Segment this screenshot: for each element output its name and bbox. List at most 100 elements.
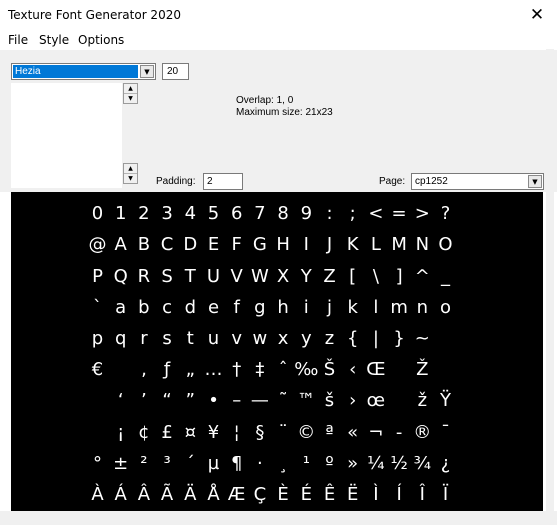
glyph-cell: Ä	[184, 484, 197, 505]
glyph-cell: l	[373, 296, 379, 318]
glyph-cell: 1	[114, 203, 127, 225]
glyph-cell: F	[231, 234, 242, 256]
glyph-cell: Y	[300, 265, 312, 287]
glyph-cell: t	[186, 328, 194, 349]
glyph-cell: ‚	[141, 359, 147, 381]
glyph-cell: »	[347, 452, 359, 474]
glyph-cell: `	[93, 296, 102, 318]
glyph-cell: „	[185, 359, 195, 381]
glyph-cell: W	[250, 265, 269, 287]
glyph-cell: ¹	[302, 452, 310, 474]
menu-file[interactable]: File	[8, 33, 28, 47]
glyph-cell: ‹	[349, 359, 357, 381]
chevron-down-icon[interactable]: ▼	[140, 65, 154, 78]
glyph-cell: ·	[257, 452, 263, 474]
glyph-row: ¡ ¢ £ ¤ ¥ ¦ § ¨ © ª « ¬ - ® ¯	[86, 417, 476, 448]
glyph-row: !"#$%&'()*+,-./	[86, 192, 476, 198]
glyph-cell	[434, 323, 457, 354]
menu-style[interactable]: Style	[39, 33, 69, 47]
glyph-cell: ¶	[230, 452, 243, 474]
page-dropdown[interactable]: cp1252 ▼	[411, 173, 544, 190]
style-list[interactable]	[11, 83, 122, 188]
window-title: Texture Font Generator 2020	[8, 8, 181, 22]
glyph-cell: |	[372, 328, 379, 349]
glyph-cell: -	[388, 192, 411, 198]
close-icon[interactable]: ✕	[517, 0, 557, 30]
glyph-cell: \	[372, 265, 379, 287]
glyph-cell: &	[225, 192, 248, 198]
glyph-cell: ©	[297, 421, 316, 443]
glyph-cell: ¤	[184, 421, 197, 443]
spin-up-icon[interactable]: ▲	[124, 84, 137, 94]
chevron-down-icon[interactable]: ▼	[528, 175, 542, 188]
glyph-cell: R	[137, 265, 151, 287]
padding-field[interactable]: 2	[203, 173, 243, 190]
glyph-cell: x	[277, 328, 289, 349]
style-list-spinner-top[interactable]: ▲ ▼	[123, 83, 138, 104]
glyph-cell: H	[276, 234, 290, 256]
spin-up-icon[interactable]: ▲	[124, 164, 137, 174]
glyph-row: @ A B C D E F G H I J K L M N O	[86, 229, 476, 260]
glyph-cell: D	[183, 234, 198, 256]
glyph-cell: ¨	[278, 421, 288, 443]
glyph-cell: Ž	[416, 359, 429, 381]
glyph-cell: >	[414, 203, 430, 225]
page-label: Page:	[379, 176, 406, 187]
glyph-cell: €	[91, 359, 104, 381]
glyph-cell: Ã	[160, 484, 174, 505]
glyph-cell: ’	[141, 390, 147, 412]
glyph-cell: c	[162, 296, 173, 318]
glyph-cell: •	[208, 390, 219, 412]
style-list-spinner-bottom[interactable]: ▲ ▼	[123, 163, 138, 184]
spin-down-icon[interactable]: ▼	[124, 174, 137, 183]
menu-options[interactable]: Options	[78, 33, 124, 47]
glyph-cell: g	[254, 296, 266, 318]
glyph-cell: L	[370, 234, 381, 256]
glyph-cell: Q	[113, 265, 128, 287]
glyph-cell: ]	[395, 265, 403, 287]
glyph-preview: !"#$%&'()*+,-./0123456789:;<=>?@ABCDEFGH…	[11, 192, 543, 511]
glyph-cell	[86, 417, 109, 448]
glyph-cell: q	[114, 328, 127, 349]
glyph-cell: B	[137, 234, 151, 256]
glyph-cell	[109, 354, 132, 385]
glyph-cell	[86, 192, 109, 198]
glyph-cell: 0	[91, 203, 104, 225]
glyph-cell: )	[295, 192, 318, 198]
glyph-cell: G	[252, 234, 267, 256]
scrollbar-track[interactable]	[546, 49, 554, 512]
glyph-cell: 5	[207, 203, 220, 225]
glyph-cell: 9	[300, 203, 313, 225]
glyph-row: ÀÁÂÃÄÅÆÇÈÉÊËÌÍÎÏ	[86, 479, 476, 510]
glyph-cell: h	[277, 296, 289, 318]
glyph-cell: =	[391, 203, 407, 225]
glyph-cell: N	[415, 234, 430, 256]
glyph-cell: s	[162, 328, 172, 349]
glyph-cell: Ÿ	[440, 390, 451, 412]
glyph-cell: u	[207, 328, 220, 349]
glyph-cell: <	[368, 203, 384, 225]
font-info: Overlap: 1, 0 Maximum size: 21x23	[236, 95, 333, 119]
glyph-cell: J	[326, 234, 333, 256]
glyph-cell: §	[255, 421, 265, 443]
glyph-cell: +	[341, 192, 364, 198]
font-dropdown-value: Hezia	[13, 65, 138, 78]
glyph-cell: Š	[323, 359, 336, 381]
glyph-cell: E	[207, 234, 220, 256]
glyph-cell: É	[300, 484, 312, 505]
glyph-cell: ™	[297, 390, 316, 412]
glyph-cell: Ì	[373, 484, 379, 505]
glyph-cell: #	[156, 192, 179, 198]
spin-down-icon[interactable]: ▼	[124, 94, 137, 103]
glyph-cell: p	[91, 328, 104, 349]
font-size-field[interactable]: 20	[162, 63, 189, 80]
glyph-cell: °	[93, 452, 102, 474]
glyph-cell: Ê	[323, 484, 336, 505]
font-dropdown[interactable]: Hezia ▼	[11, 63, 156, 80]
glyph-cell: f	[233, 296, 240, 318]
menu-bar: File Style Options	[0, 30, 557, 50]
glyph-row: ‘ ’ “ ” • – — ˜ ™ š › œ ž Ÿ	[86, 385, 476, 416]
glyph-cell: ˜	[278, 390, 288, 412]
glyph-cell: a	[115, 296, 127, 318]
glyph-cell: I	[303, 234, 309, 256]
